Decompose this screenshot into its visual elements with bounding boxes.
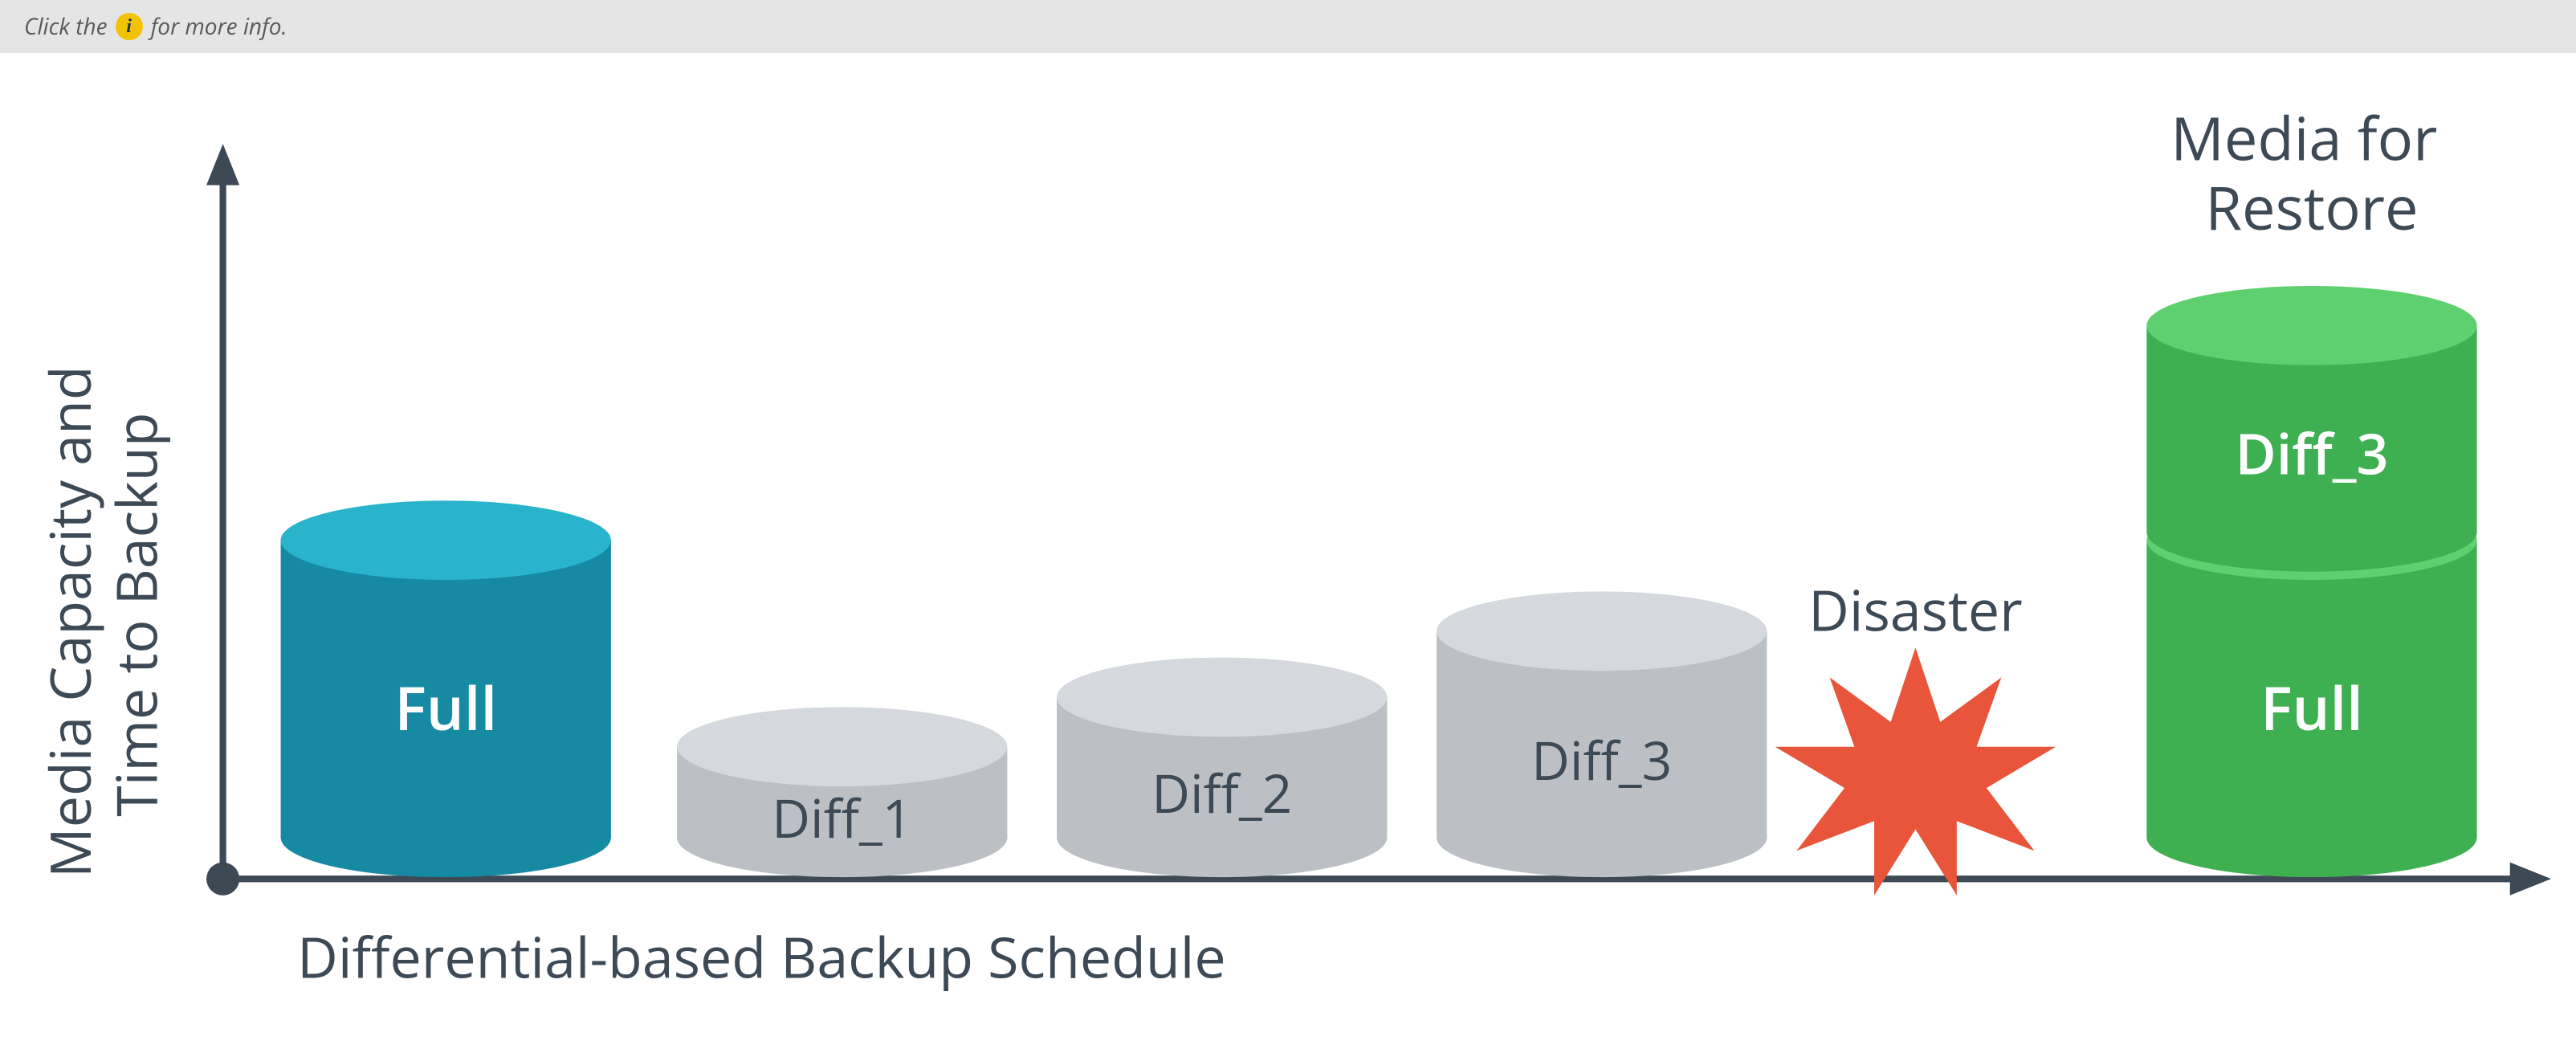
backup-diagram: Media Capacity and Time to Backup Differ… [0,53,2576,1044]
y-axis-label-line1: Media Capacity and [31,365,108,878]
cylinder-full-label: Full [394,667,497,748]
restore-title-line2: Restore [2205,166,2418,247]
restore-cylinder-full-label: Full [2260,667,2363,748]
y-axis-label-line2: Time to Backup [97,413,173,817]
restore-cylinder-diff3: Diff_3 [2146,286,2476,572]
cylinder-diff2: Diff_2 [1057,658,1387,878]
restore-title: Media for Restore [2170,97,2452,247]
x-axis-arrow [2510,863,2551,896]
disaster-starburst-icon [1775,647,2056,895]
x-axis-label: Differential-based Backup Schedule [297,919,1226,995]
y-axis-arrow [206,144,239,185]
info-icon[interactable]: i [116,13,143,40]
info-bar: Click the i for more info. [0,0,2576,53]
cylinder-diff1: Diff_1 [677,707,1007,877]
disaster-label: Disaster [1808,572,2023,648]
info-bar-suffix: for more info. [151,11,287,42]
cylinder-diff2-label: Diff_2 [1151,757,1292,829]
restore-cylinder-diff3-label: Diff_3 [2235,414,2388,491]
svg-text:Media Capacity and Time: Media Capacity and Time to Backup [31,351,173,878]
disaster-group: Disaster [1775,572,2056,896]
cylinder-diff3: Diff_3 [1437,591,1767,877]
cylinder-diff3-label: Diff_3 [1531,724,1672,796]
info-bar-prefix: Click the [24,11,108,42]
y-axis-label: Media Capacity and Time to Backup [31,351,173,878]
cylinder-diff1-label: Diff_1 [772,782,912,854]
cylinder-full: Full [281,500,611,877]
